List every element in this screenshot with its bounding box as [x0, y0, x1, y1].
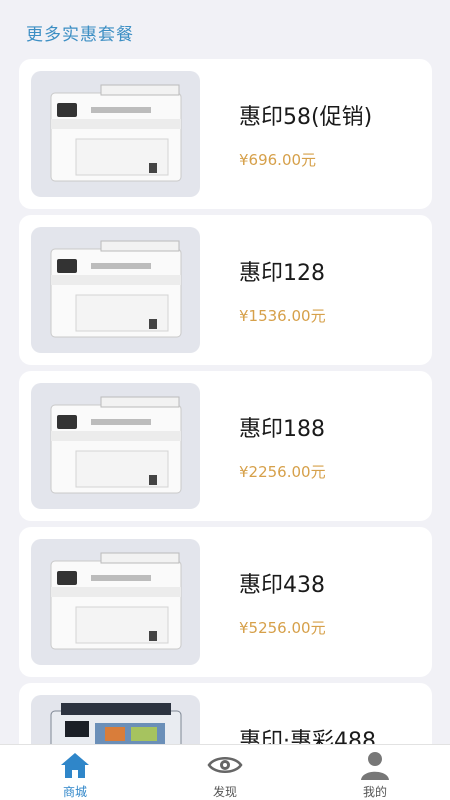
product-card[interactable]: 惠印438 ¥5256.00元	[19, 527, 432, 677]
product-price: ¥696.00元	[239, 151, 317, 169]
tab-discover[interactable]: 发现	[150, 745, 300, 800]
home-icon	[60, 749, 90, 781]
tab-label: 发现	[212, 785, 237, 799]
product-card[interactable]: 惠印128 ¥1536.00元	[19, 215, 432, 365]
product-price: ¥1536.00元	[239, 307, 326, 325]
bottom-tab-bar: 商城 发现 我的	[0, 744, 450, 800]
product-name: 惠印188	[239, 417, 325, 442]
tab-mall[interactable]: 商城	[0, 745, 150, 800]
tab-label: 我的	[362, 785, 387, 799]
product-name: 惠印128	[239, 261, 325, 286]
tab-mine[interactable]: 我的	[300, 745, 450, 800]
product-name: 惠印438	[239, 573, 325, 598]
product-card[interactable]: 惠印188 ¥2256.00元	[19, 371, 432, 521]
product-price: ¥2256.00元	[239, 463, 326, 481]
product-card[interactable]: 惠印58(促销) ¥696.00元	[19, 59, 432, 209]
section-title: 更多实惠套餐	[26, 25, 134, 45]
product-image	[31, 227, 200, 353]
tab-label: 商城	[62, 785, 87, 799]
product-name: 惠印58(促销)	[239, 105, 373, 130]
product-image	[31, 539, 200, 665]
product-image	[31, 383, 200, 509]
product-image	[31, 71, 200, 197]
product-price: ¥5256.00元	[239, 619, 326, 637]
user-icon	[360, 749, 390, 781]
eye-icon	[207, 749, 243, 781]
